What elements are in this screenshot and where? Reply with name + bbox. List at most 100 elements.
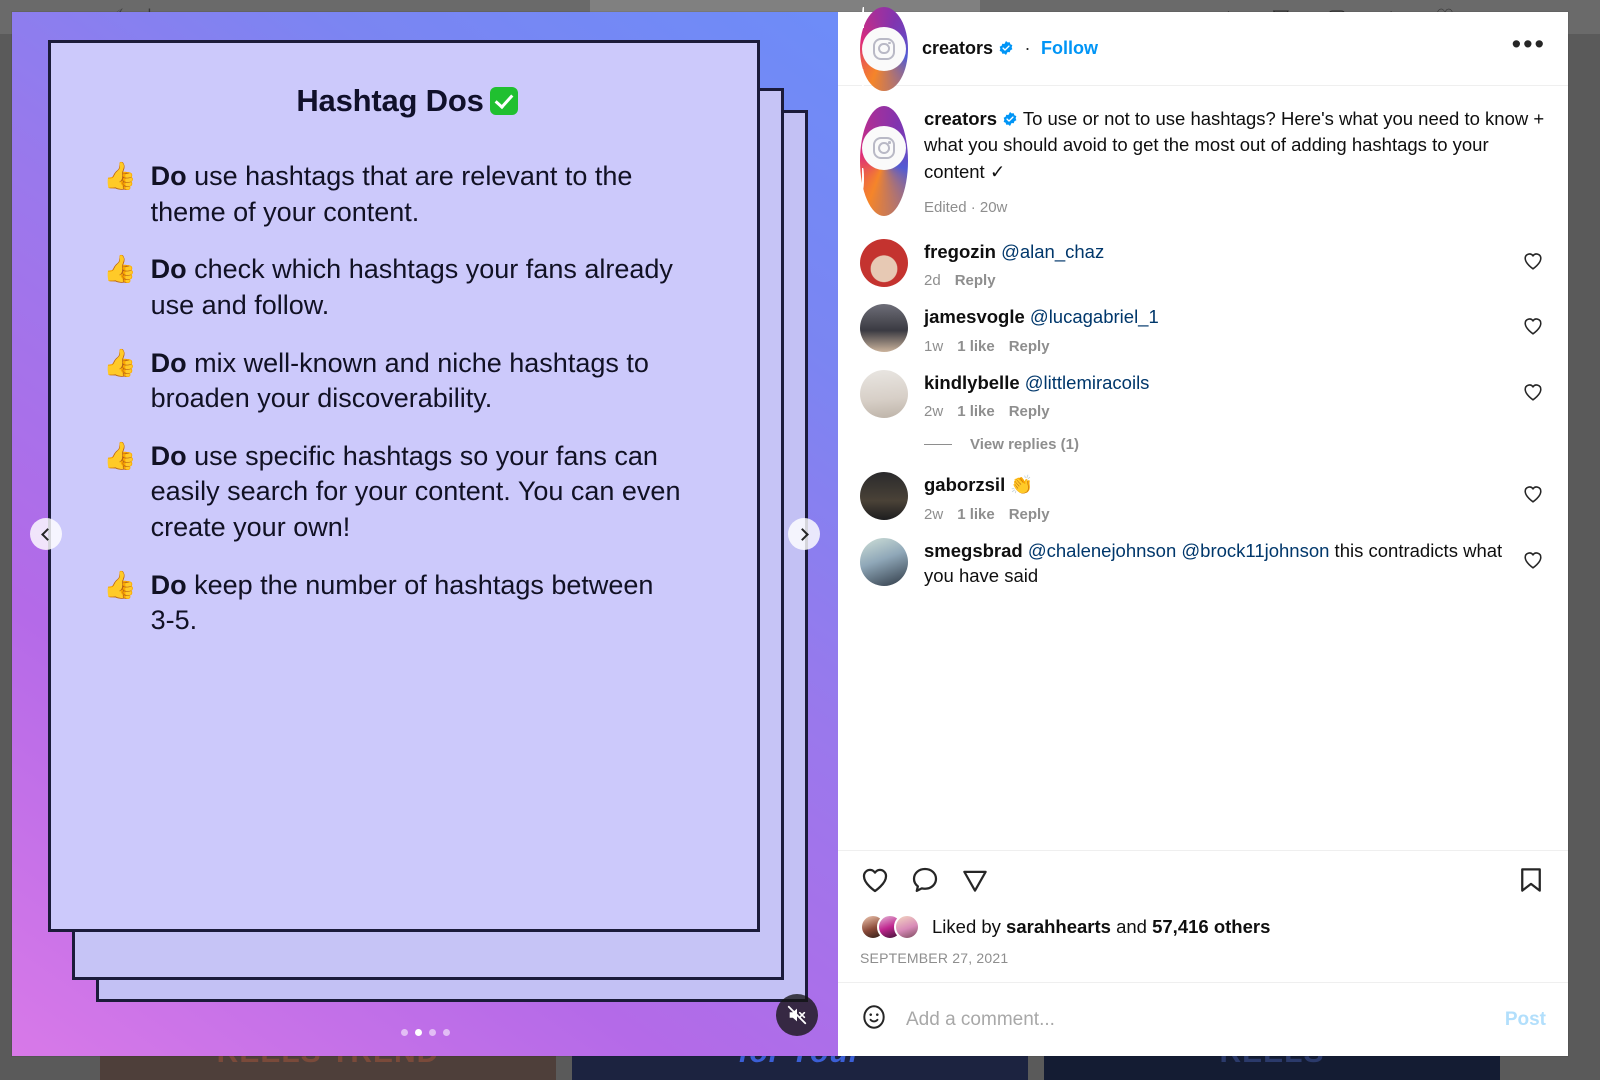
post-caption: creators To use or not to use hashtags? … [838, 86, 1568, 226]
post-media-carousel[interactable]: Hashtag Dos 👍 Do use hashtags that are r… [12, 12, 838, 1056]
caption-text: creators To use or not to use hashtags? … [924, 106, 1546, 185]
comment-time: 1w [924, 337, 944, 355]
comment-item: smegsbrad @chalenejohnson @brock11johnso… [838, 525, 1568, 591]
comment-item: kindlybelle @littlemiracoils 2w 1 like R… [838, 357, 1568, 423]
comment-reply-button[interactable]: Reply [1009, 403, 1050, 420]
slide-card-stack: Hashtag Dos 👍 Do use hashtags that are r… [48, 40, 808, 1002]
slide-bullet-text: Do mix well-known and niche hashtags to … [151, 346, 681, 417]
caption-username[interactable]: creators [924, 108, 997, 129]
liked-by-row: Liked by sarahhearts and 57,416 others [838, 900, 1568, 940]
commenter-username[interactable]: jamesvogle [924, 306, 1025, 327]
slide-bullet: 👍 Do use hashtags that are relevant to t… [81, 159, 733, 230]
more-options-button[interactable]: ••• [1512, 31, 1546, 60]
liked-by-middle: and [1110, 916, 1153, 937]
comment-like-count[interactable]: 1 like [957, 338, 995, 355]
liked-by-count[interactable]: 57,416 others [1152, 916, 1270, 937]
slide-bullet: 👍 Do use specific hashtags so your fans … [81, 439, 733, 546]
slide-bullet-lead: Do [150, 347, 187, 378]
header-separator: · [1024, 38, 1031, 58]
instagram-glyph-icon [873, 37, 895, 60]
comment-item: fregozin @alan_chaz 2d Reply [838, 226, 1568, 292]
post-date: SEPTEMBER 27, 2021 [860, 950, 1009, 966]
commenter-username[interactable]: kindlybelle [924, 372, 1020, 393]
comment-like-icon[interactable] [1522, 250, 1544, 272]
comment-meta: 2w 1 like Reply [924, 403, 1506, 420]
comment-button[interactable] [910, 865, 940, 900]
comment-item: gaborzsil 👏 2w 1 like Reply [838, 459, 1568, 525]
verified-badge-icon [999, 41, 1013, 55]
commenter-username[interactable]: fregozin [924, 241, 996, 262]
comment-mention[interactable]: @lucagabriel_1 [1030, 306, 1159, 327]
commenter-avatar[interactable] [860, 472, 908, 521]
emoji-picker-button[interactable] [860, 1003, 888, 1036]
thumbs-up-icon: 👍 [103, 254, 137, 285]
commenter-username[interactable]: gaborzsil [924, 474, 1005, 495]
liker-avatar [894, 914, 920, 940]
comment-like-count[interactable]: 1 like [957, 506, 995, 523]
share-button[interactable] [960, 865, 990, 900]
commenter-avatar[interactable] [860, 537, 908, 586]
slide-bullet: 👍 Do mix well-known and niche hashtags t… [81, 346, 733, 417]
comment-text: jamesvogle @lucagabriel_1 [924, 304, 1506, 330]
carousel-next-button[interactable] [788, 518, 820, 550]
comment-like-count[interactable]: 1 like [957, 403, 995, 420]
chevron-right-icon [796, 527, 809, 541]
comment-mention[interactable]: @chalenejohnson @brock11johnson [1028, 540, 1330, 561]
smiley-icon [863, 1005, 885, 1029]
slide-bullet-body: mix well-known and niche hashtags to bro… [150, 347, 649, 414]
comment-time: 2d [924, 272, 941, 290]
comment-like-icon[interactable] [1522, 315, 1544, 337]
comment-like-icon[interactable] [1522, 483, 1544, 505]
header-username[interactable]: creators [922, 38, 993, 58]
comment-text: gaborzsil 👏 [924, 472, 1506, 498]
comment-text: kindlybelle @littlemiracoils [924, 370, 1506, 396]
author-avatar[interactable] [860, 6, 908, 91]
comment-reply-button[interactable]: Reply [1009, 506, 1050, 523]
slide-bullet-lead: Do [150, 254, 187, 285]
view-replies-row[interactable]: View replies (1) [838, 422, 1568, 459]
slide-bullet-body: use specific hashtags so your fans can e… [150, 440, 681, 542]
comment-reply-button[interactable]: Reply [955, 272, 996, 289]
comment-item: jamesvogle @lucagabriel_1 1w 1 like Repl… [838, 291, 1568, 357]
comments-scroll-area[interactable]: creators To use or not to use hashtags? … [838, 86, 1568, 850]
share-paper-plane-icon [963, 870, 987, 892]
thumbs-up-icon: 👍 [103, 569, 137, 600]
liked-by-username[interactable]: sarahhearts [1006, 916, 1111, 937]
follow-button[interactable]: Follow [1041, 38, 1098, 58]
comment-like-icon[interactable] [1522, 549, 1544, 571]
mute-toggle-button[interactable] [776, 994, 818, 1036]
caption-avatar[interactable] [860, 106, 908, 216]
slide-bullet-lead: Do [150, 440, 187, 471]
thumbs-up-icon: 👍 [103, 347, 137, 378]
post-comment-button[interactable]: Post [1505, 1009, 1546, 1031]
slide-bullet-body: use hashtags that are relevant to the th… [150, 161, 633, 227]
comment-time: 2w [924, 403, 944, 421]
view-replies-line [924, 444, 952, 446]
carousel-prev-button[interactable] [30, 518, 62, 550]
commenter-avatar[interactable] [860, 369, 908, 418]
carousel-dot[interactable] [400, 1029, 408, 1036]
commenter-username[interactable]: smegsbrad [924, 540, 1023, 561]
comment-mention[interactable]: @alan_chaz [1001, 241, 1104, 262]
liked-by-prefix: Liked by [932, 916, 1007, 937]
comment-reply-button[interactable]: Reply [1009, 338, 1050, 355]
commenter-avatar[interactable] [860, 238, 908, 287]
carousel-dot[interactable] [428, 1029, 436, 1036]
comment-like-icon[interactable] [1522, 381, 1544, 403]
commenter-avatar[interactable] [860, 304, 908, 353]
carousel-dot-active[interactable] [414, 1029, 422, 1036]
bookmark-icon [1521, 868, 1541, 892]
liked-by-facepile [860, 914, 920, 940]
slide-bullet-body: keep the number of hashtags between 3-5. [150, 569, 654, 636]
carousel-dot[interactable] [442, 1029, 450, 1036]
thumbs-up-icon: 👍 [103, 161, 137, 191]
liked-by-text: Liked by sarahhearts and 57,416 others [932, 916, 1270, 938]
post-header: creators · Follow ••• [838, 6, 1568, 91]
comment-mention[interactable]: @littlemiracoils [1025, 372, 1150, 393]
slide-bullet: 👍 Do keep the number of hashtags between… [81, 568, 733, 639]
slide-bullet-lead: Do [150, 161, 187, 191]
save-button[interactable] [1516, 865, 1546, 900]
like-button[interactable] [860, 865, 890, 900]
add-comment-input[interactable] [906, 1008, 1487, 1031]
view-replies-button[interactable]: View replies (1) [970, 436, 1079, 453]
